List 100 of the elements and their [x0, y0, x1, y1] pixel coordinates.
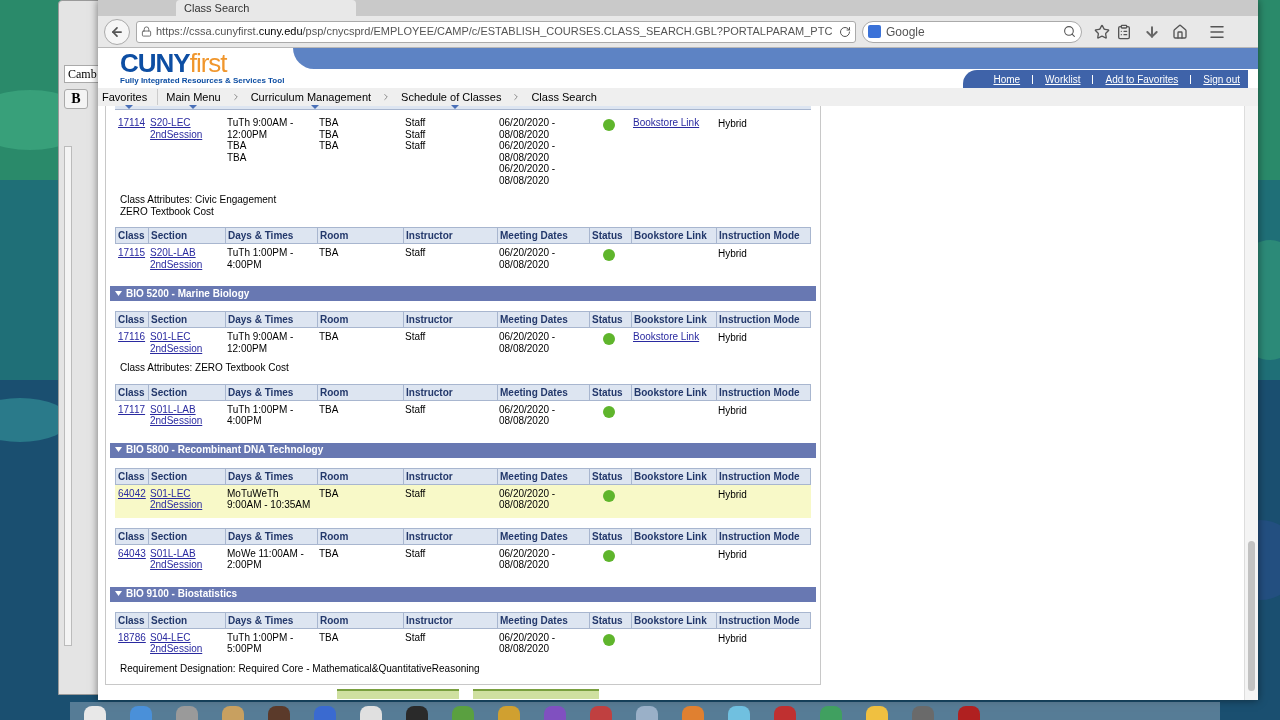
column-header: Section — [151, 614, 188, 626]
column-header: Room — [320, 386, 349, 398]
column-header: Room — [320, 470, 349, 482]
course-title: BIO 5800 - Recombinant DNA Technology — [126, 444, 324, 456]
bold-button[interactable]: B — [64, 89, 88, 109]
search-placeholder: Google — [886, 23, 925, 41]
session-link[interactable]: 2ndSession — [150, 258, 203, 270]
session-link[interactable]: 2ndSession — [150, 559, 203, 571]
session-link[interactable]: 2ndSession — [150, 643, 203, 655]
meeting-dates-text: 06/20/2020 - 08/08/2020 — [499, 487, 557, 511]
column-header: Status — [592, 614, 623, 626]
column-header: Instructor — [406, 386, 453, 398]
browser-tab[interactable]: Class Search — [176, 0, 356, 16]
meeting-dates-text: 06/20/2020 - 08/08/2020 — [499, 117, 557, 140]
column-header: Status — [592, 314, 623, 325]
column-header: Days & Times — [228, 386, 294, 398]
room-text: TBA — [319, 403, 340, 415]
column-header: Section — [151, 314, 188, 325]
section-link[interactable]: S01L-LAB — [150, 403, 196, 415]
column-header: Section — [151, 230, 188, 241]
column-header: Instructor — [406, 614, 453, 626]
section-link[interactable]: S01-LEC — [150, 487, 191, 499]
instruction-mode-text: Hybrid — [718, 403, 748, 416]
session-link[interactable]: 2ndSession — [150, 128, 203, 140]
class-number-link[interactable]: 17116 — [118, 331, 146, 342]
column-header: Instructor — [406, 230, 453, 241]
instructor-text: Staff — [405, 140, 427, 152]
tab-title: Class Search — [184, 0, 250, 16]
meeting-dates-text: 06/20/2020 - 08/08/2020 — [499, 403, 557, 427]
session-link[interactable]: 2ndSession — [150, 415, 203, 427]
room-text: TBA — [319, 140, 340, 152]
column-header: Class — [118, 314, 145, 325]
column-header: Bookstore Link — [634, 314, 707, 325]
class-number-link[interactable]: 17115 — [118, 247, 146, 258]
course-title-bar[interactable]: BIO 5800 - Recombinant DNA Technology — [110, 442, 816, 458]
column-header: Status — [592, 230, 623, 241]
breadcrumb-item[interactable]: Class Search — [531, 88, 597, 106]
search-field[interactable]: Google — [862, 20, 1082, 43]
session-link[interactable]: 2ndSession — [150, 342, 203, 354]
section-link[interactable]: S01-LEC — [150, 331, 191, 343]
header-link[interactable]: Worklist — [1045, 71, 1081, 87]
site-tagline: Fully Integrated Resources & Services Tool — [120, 76, 285, 85]
column-header: Section — [151, 530, 188, 542]
meeting-dates-text: 06/20/2020 - 08/08/2020 — [499, 631, 557, 655]
instructor-text: Staff — [405, 547, 427, 559]
column-header: Room — [320, 230, 349, 241]
column-header: Section — [151, 470, 188, 482]
room-text: TBA — [319, 487, 340, 499]
instructor-text: Staff — [405, 247, 427, 259]
section-link[interactable]: S20-LEC — [150, 117, 191, 129]
instruction-mode-text: Hybrid — [718, 331, 748, 344]
column-header: Days & Times — [228, 230, 294, 241]
instruction-mode-text: Hybrid — [718, 547, 748, 560]
instructor-text: Staff — [405, 117, 427, 129]
column-header: Bookstore Link — [634, 614, 707, 626]
days-times-text: TuTh 1:00PM - 4:00PM — [227, 247, 295, 270]
class-number-link[interactable]: 18786 — [118, 631, 146, 643]
class-number-link[interactable]: 17117 — [118, 403, 146, 415]
column-header: Days & Times — [228, 314, 294, 325]
days-times-text: TBA — [227, 140, 248, 152]
bookstore-link[interactable]: Bookstore Link — [633, 331, 700, 342]
column-header: Instructor — [406, 470, 453, 482]
class-note: Class Attributes: Civic Engagement — [120, 194, 278, 206]
column-header: Meeting Dates — [500, 230, 568, 241]
site-logo[interactable]: CUNYfirst — [120, 50, 285, 76]
column-header: Instructor — [406, 530, 453, 542]
instruction-mode-text: Hybrid — [718, 247, 748, 260]
header-link[interactable]: Sign out — [1203, 71, 1240, 87]
column-header: Days & Times — [228, 470, 294, 482]
class-number-link[interactable]: 64043 — [118, 547, 146, 559]
column-header: Instruction Mode — [719, 470, 800, 482]
meeting-dates-text: 06/20/2020 - 08/08/2020 — [499, 331, 557, 354]
days-times-text: MoWe 11:00AM - 2:00PM — [227, 547, 305, 571]
instruction-mode-text: Hybrid — [718, 487, 748, 500]
section-link[interactable]: S01L-LAB — [150, 547, 196, 559]
column-header: Instruction Mode — [719, 230, 800, 241]
bookstore-link[interactable]: Bookstore Link — [633, 117, 700, 128]
column-header: Instruction Mode — [719, 314, 800, 325]
column-header: Status — [592, 470, 623, 482]
room-text: TBA — [319, 247, 340, 259]
column-header: Room — [320, 614, 349, 626]
course-title-bar[interactable]: BIO 9100 - Biostatistics — [110, 586, 816, 602]
course-title-bar[interactable]: BIO 5200 - Marine Biology — [110, 286, 816, 301]
section-link[interactable]: S04-LEC — [150, 631, 191, 643]
section-link[interactable]: S20L-LAB — [150, 247, 196, 259]
days-times-text: TuTh 9:00AM - 12:00PM — [227, 331, 295, 354]
header-link[interactable]: Home — [993, 71, 1021, 87]
column-header: Meeting Dates — [500, 614, 568, 626]
column-header: Bookstore Link — [634, 230, 707, 241]
column-header: Room — [320, 314, 349, 325]
class-number-link[interactable]: 64042 — [118, 487, 146, 499]
column-header: Meeting Dates — [500, 386, 568, 398]
session-link[interactable]: 2ndSession — [150, 499, 203, 511]
header-link[interactable]: Add to Favorites — [1105, 71, 1179, 87]
address-bar[interactable]: https://cssa.cunyfirst.cuny.edu/psp/cnycsprd/EMPLOYEE/CAMP/c/ESTABLISH_COURSES.CLASS_SEARCH.GBL?PORTALPARAM_PTC — [136, 20, 856, 43]
column-header: Meeting Dates — [500, 530, 568, 542]
days-times-text: TuTh 1:00PM - 5:00PM — [227, 631, 295, 655]
class-number-link[interactable]: 17114 — [118, 117, 146, 128]
class-note: Class Attributes: ZERO Textbook Cost — [120, 362, 290, 374]
class-note: ZERO Textbook Cost — [120, 205, 215, 217]
